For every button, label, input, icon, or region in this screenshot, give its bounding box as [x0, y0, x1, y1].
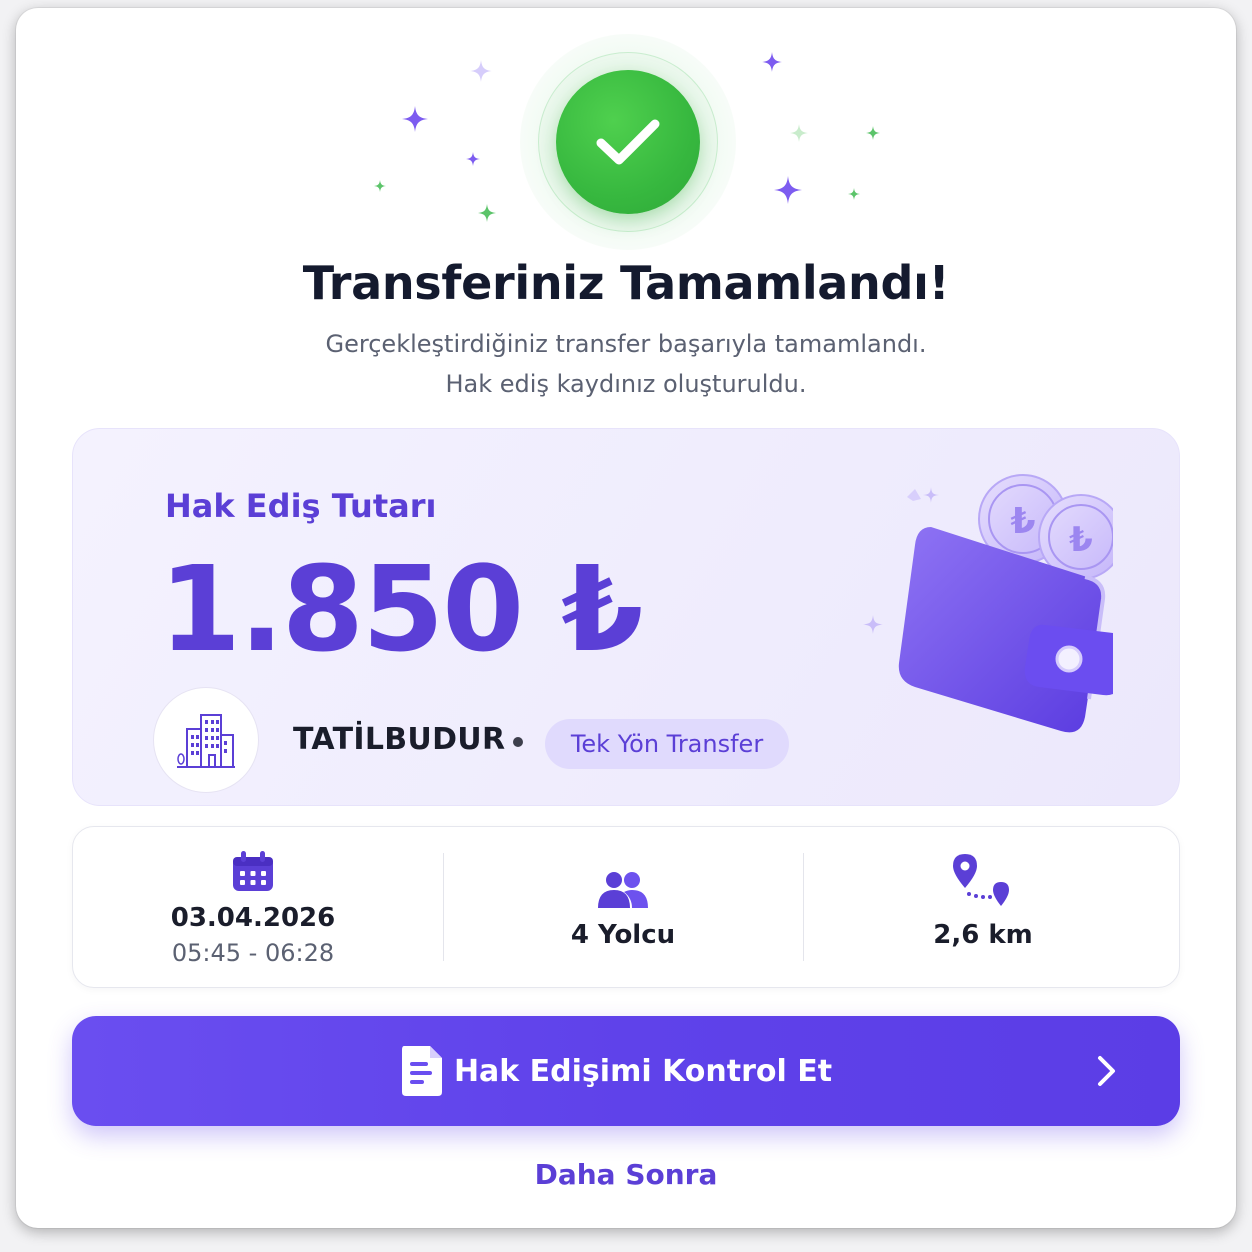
distance-info: 2,6 km: [803, 827, 1163, 987]
separator-dot: [513, 737, 523, 747]
amount-label: Hak Ediş Tutarı: [165, 487, 437, 525]
later-link[interactable]: Daha Sonra: [16, 1158, 1236, 1191]
sparkle-icon: [848, 188, 860, 200]
amount-value: 1.850 ₺: [159, 540, 643, 678]
sparkle-icon: [762, 52, 782, 72]
route-pin-icon: [953, 854, 1009, 906]
transfer-type-badge: Tek Yön Transfer: [545, 719, 789, 769]
users-icon: [598, 872, 648, 908]
success-dialog: Transferiniz Tamamlandı! Gerçekleştirdiğ…: [16, 8, 1236, 1228]
trip-details-card: 03.04.2026 05:45 - 06:28 4 Yolcu 2,6 km: [72, 826, 1180, 988]
sparkle-icon: [470, 60, 492, 82]
wallet-with-coins-icon: ₺ ₺: [863, 474, 1113, 733]
page-title: Transferiniz Tamamlandı!: [302, 256, 950, 310]
sparkle-icon: [478, 204, 496, 222]
sparkle-icon: [466, 152, 480, 166]
sparkle-icon: [774, 176, 802, 204]
document-icon: [402, 1046, 442, 1096]
check-earnings-label: Hak Edişimi Kontrol Et: [453, 1053, 833, 1089]
sparkle-icon: [866, 126, 880, 140]
checkmark-icon: [596, 119, 660, 165]
subtitle-line-2: Hak ediş kaydınız oluşturuldu.: [445, 370, 807, 398]
passengers-info: 4 Yolcu: [443, 827, 803, 987]
building-icon: [177, 714, 235, 768]
sparkle-icon: [790, 124, 808, 142]
subtitle-line-1: Gerçekleştirdiğiniz transfer başarıyla t…: [325, 330, 927, 358]
trip-time-range: 05:45 - 06:28: [171, 939, 335, 967]
svg-text:₺: ₺: [1010, 501, 1035, 542]
trip-date: 03.04.2026: [170, 903, 336, 933]
sparkle-icon: [374, 180, 386, 192]
agency-logo: [153, 687, 259, 793]
calendar-icon: [233, 851, 273, 891]
check-circle-icon: [556, 70, 700, 214]
svg-text:₺: ₺: [1069, 520, 1093, 560]
passenger-count: 4 Yolcu: [570, 920, 676, 950]
sparkle-icon: [402, 106, 428, 132]
check-earnings-button[interactable]: Hak Edişimi Kontrol Et: [72, 1016, 1180, 1126]
agency-name: TATİLBUDUR: [293, 722, 506, 757]
amount-card: Hak Ediş Tutarı 1.850 ₺ TATİLBUDUR Tek Y…: [72, 428, 1180, 806]
trip-distance: 2,6 km: [933, 920, 1033, 950]
date-info: 03.04.2026 05:45 - 06:28: [73, 827, 433, 987]
chevron-right-icon: [1098, 1056, 1115, 1086]
